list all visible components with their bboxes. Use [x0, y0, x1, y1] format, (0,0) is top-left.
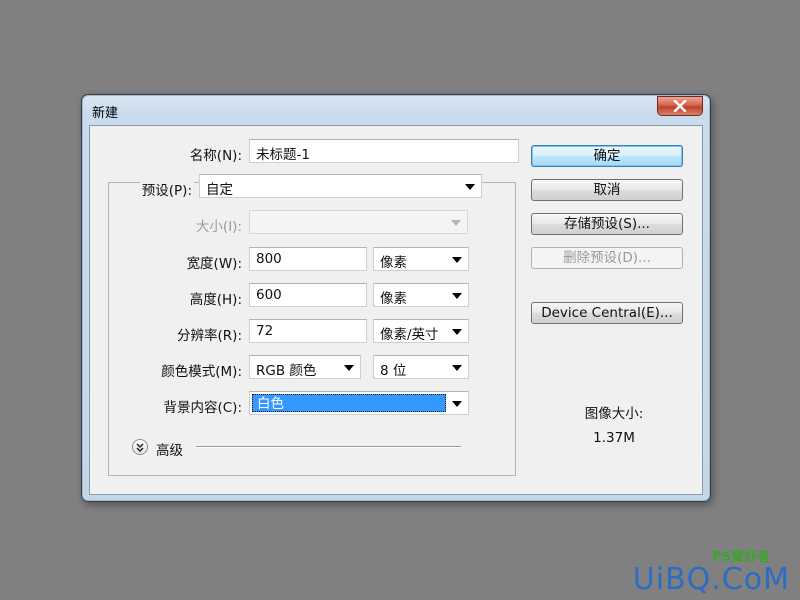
- chevron-down-icon: [452, 293, 462, 299]
- watermark-big-text: UiBQ.CoM: [632, 562, 790, 597]
- chevron-down-icon: [452, 257, 462, 263]
- height-unit-value: 像素: [380, 291, 407, 307]
- delete-preset-button: 删除预设(D)...: [531, 247, 683, 269]
- cancel-button[interactable]: 取消: [531, 179, 683, 201]
- image-size-label: 图像大小:: [584, 406, 644, 422]
- save-preset-button[interactable]: 存储预设(S)...: [531, 213, 683, 235]
- chevron-down-icon: [452, 329, 462, 335]
- bit-depth-value: 8 位: [380, 363, 407, 379]
- chevron-down-icon: [452, 401, 462, 407]
- chevron-down-icon: [344, 365, 354, 371]
- dialog-title: 新建: [92, 106, 119, 121]
- height-field[interactable]: 600: [249, 283, 367, 307]
- chevron-down-icon: [465, 184, 475, 190]
- chevron-down-icon: [451, 220, 461, 226]
- resolution-unit-dropdown[interactable]: 像素/英寸: [373, 319, 469, 343]
- size-dropdown: [249, 210, 468, 234]
- new-document-dialog: 新建 名称(N): 未标题-1 预设(P): 自定 大小(I): 宽度(W): …: [81, 94, 711, 502]
- resolution-label: 分辨率(R):: [177, 328, 242, 344]
- name-label: 名称(N):: [189, 148, 242, 164]
- device-central-button[interactable]: Device Central(E)...: [531, 302, 683, 324]
- preset-value: 自定: [206, 182, 233, 198]
- image-size-value: 1.37M: [593, 430, 635, 446]
- color-mode-label: 颜色模式(M):: [161, 364, 242, 380]
- preset-dropdown[interactable]: 自定: [199, 174, 482, 198]
- ok-button[interactable]: 确定: [531, 145, 683, 167]
- chevron-down-icon: [452, 365, 462, 371]
- expand-advanced-icon[interactable]: [132, 439, 148, 455]
- preset-label: 预设(P):: [139, 179, 194, 199]
- height-label: 高度(H):: [189, 292, 242, 308]
- advanced-divider: [196, 446, 461, 448]
- dialog-body: 名称(N): 未标题-1 预设(P): 自定 大小(I): 宽度(W): 800…: [89, 125, 703, 495]
- bit-depth-dropdown[interactable]: 8 位: [373, 355, 469, 379]
- name-field[interactable]: 未标题-1: [249, 139, 519, 163]
- height-unit-dropdown[interactable]: 像素: [373, 283, 469, 307]
- width-field[interactable]: 800: [249, 247, 367, 271]
- width-label: 宽度(W):: [186, 256, 242, 272]
- background-label: 背景内容(C):: [163, 400, 242, 416]
- color-mode-value: RGB 颜色: [256, 363, 317, 379]
- watermark-small-text: PS爱好者: [712, 550, 770, 565]
- width-unit-dropdown[interactable]: 像素: [373, 247, 469, 271]
- background-value: 白色: [252, 394, 446, 412]
- advanced-label[interactable]: 高级: [156, 439, 183, 459]
- close-icon: [673, 100, 687, 112]
- site-watermark: PS爱好者 UiBQ.CoM: [632, 550, 790, 597]
- color-mode-dropdown[interactable]: RGB 颜色: [249, 355, 361, 379]
- resolution-unit-value: 像素/英寸: [380, 327, 439, 343]
- close-button[interactable]: [657, 96, 703, 116]
- size-label: 大小(I):: [195, 219, 242, 235]
- width-unit-value: 像素: [380, 255, 407, 271]
- resolution-field[interactable]: 72: [249, 319, 367, 343]
- background-dropdown[interactable]: 白色: [249, 391, 469, 415]
